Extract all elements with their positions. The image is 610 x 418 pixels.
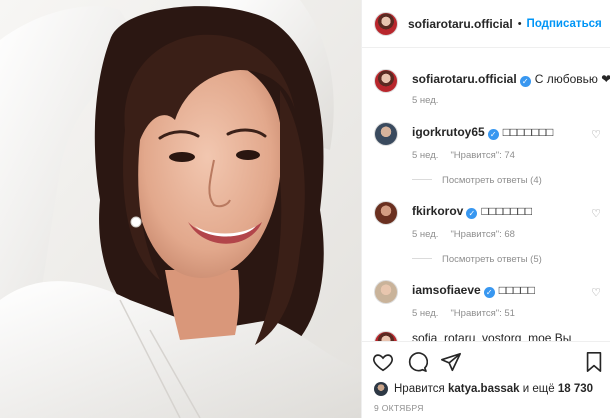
list-item: iamsofiaeve ✓ □□□□□ ♡ 5 нед. "Нравится": 51	[374, 280, 604, 325]
comment-likes[interactable]: "Нравится": 51	[450, 308, 515, 319]
replies-divider	[412, 258, 432, 259]
instagram-post-window: sofiarotaru.official • Подписаться sofia…	[0, 0, 610, 418]
commenter-avatar[interactable]	[374, 280, 398, 304]
comment-username[interactable]: igorkrutoy65	[412, 125, 485, 139]
caption-text: С любовью ❤	[534, 72, 610, 86]
caption: sofiarotaru.official ✓ С любовью ❤ 5 нед.	[374, 69, 610, 109]
caption-username[interactable]: sofiarotaru.official	[412, 72, 517, 86]
portrait-image	[0, 0, 361, 418]
separator-dot: •	[517, 17, 522, 30]
comment-meta: 5 нед. "Нравится": 51	[412, 308, 515, 319]
author-avatar[interactable]	[374, 11, 398, 36]
comment-line: iamsofiaeve ✓ □□□□□	[412, 283, 535, 298]
comments-list[interactable]: sofiarotaru.official ✓ С любовью ❤ 5 нед. …	[362, 49, 610, 341]
action-icons	[372, 351, 462, 375]
likes-prefix: Нравится	[394, 383, 445, 395]
replies-divider	[412, 179, 432, 180]
likes-user[interactable]: katya.bassak	[448, 383, 520, 395]
comment-text: □□□□□□□	[502, 125, 554, 139]
likes-summary[interactable]: Нравится katya.bassak и ещё 18 730	[374, 382, 593, 396]
comment-time[interactable]: 5 нед.	[412, 308, 438, 319]
caption-meta: 5 нед.	[412, 95, 438, 106]
comment-icon[interactable]	[406, 351, 428, 373]
replies-label: Посмотреть ответы (4)	[442, 175, 542, 186]
post-header: sofiarotaru.official • Подписаться	[362, 0, 610, 48]
bookmark-icon[interactable]	[584, 351, 604, 373]
view-replies-link[interactable]: Посмотреть ответы (5)	[412, 254, 542, 265]
follow-button[interactable]: Подписаться	[527, 18, 602, 30]
verified-icon: ✓	[519, 76, 531, 87]
commenter-avatar[interactable]	[374, 331, 398, 341]
partial-comment-text: sofia_rotaru_vostorg_moe Вы	[412, 331, 572, 341]
comment-likes[interactable]: "Нравится": 68	[450, 229, 515, 240]
comment-username[interactable]: fkirkorov	[412, 204, 463, 218]
heart-icon[interactable]	[372, 351, 394, 373]
comment-likes[interactable]: "Нравится": 74	[450, 150, 515, 161]
like-comment-heart-icon[interactable]: ♡	[590, 287, 602, 299]
comment-line: fkirkorov ✓ □□□□□□□	[412, 204, 532, 219]
verified-icon: ✓	[466, 208, 478, 219]
comment-meta: 5 нед. "Нравится": 68	[412, 229, 515, 240]
list-item: igorkrutoy65 ✓ □□□□□□□ ♡ 5 нед. "Нравится":…	[374, 122, 604, 192]
list-item-partial: sofia_rotaru_vostorg_moe Вы	[374, 331, 604, 341]
commenter-avatar[interactable]	[374, 201, 398, 225]
caption-avatar[interactable]	[374, 69, 398, 93]
list-item: fkirkorov ✓ □□□□□□□ ♡ 5 нед. "Нравится": 68…	[374, 201, 604, 271]
comment-line: igorkrutoy65 ✓ □□□□□□□	[412, 125, 553, 140]
caption-time: 5 нед.	[412, 95, 439, 106]
post-actions: Нравится katya.bassak и ещё 18 730 9 ОКТ…	[362, 341, 610, 418]
share-icon[interactable]	[440, 351, 462, 373]
likes-mid: и ещё	[522, 383, 555, 395]
like-comment-heart-icon[interactable]: ♡	[590, 208, 602, 220]
view-replies-link[interactable]: Посмотреть ответы (4)	[412, 175, 542, 186]
comment-time[interactable]: 5 нед.	[412, 229, 438, 240]
comment-text: □□□□□□□	[481, 204, 533, 218]
comment-username[interactable]: iamsofiaeve	[412, 283, 481, 297]
post-date[interactable]: 9 ОКТЯБРЯ	[374, 403, 424, 413]
caption-line: sofiarotaru.official ✓ С любовью ❤	[412, 72, 610, 87]
comment-text: □□□□□	[498, 283, 535, 297]
verified-icon: ✓	[487, 129, 499, 140]
post-photo[interactable]	[0, 0, 361, 418]
author-username[interactable]: sofiarotaru.official	[408, 17, 513, 31]
comment-time[interactable]: 5 нед.	[412, 150, 438, 161]
verified-icon: ✓	[483, 287, 495, 298]
comment-meta: 5 нед. "Нравится": 74	[412, 150, 515, 161]
replies-label: Посмотреть ответы (5)	[442, 254, 542, 265]
likes-count[interactable]: 18 730	[558, 383, 593, 395]
like-comment-heart-icon[interactable]: ♡	[590, 129, 602, 141]
liker-avatar	[374, 382, 388, 396]
post-side-panel: sofiarotaru.official • Подписаться sofia…	[361, 0, 610, 418]
commenter-avatar[interactable]	[374, 122, 398, 146]
